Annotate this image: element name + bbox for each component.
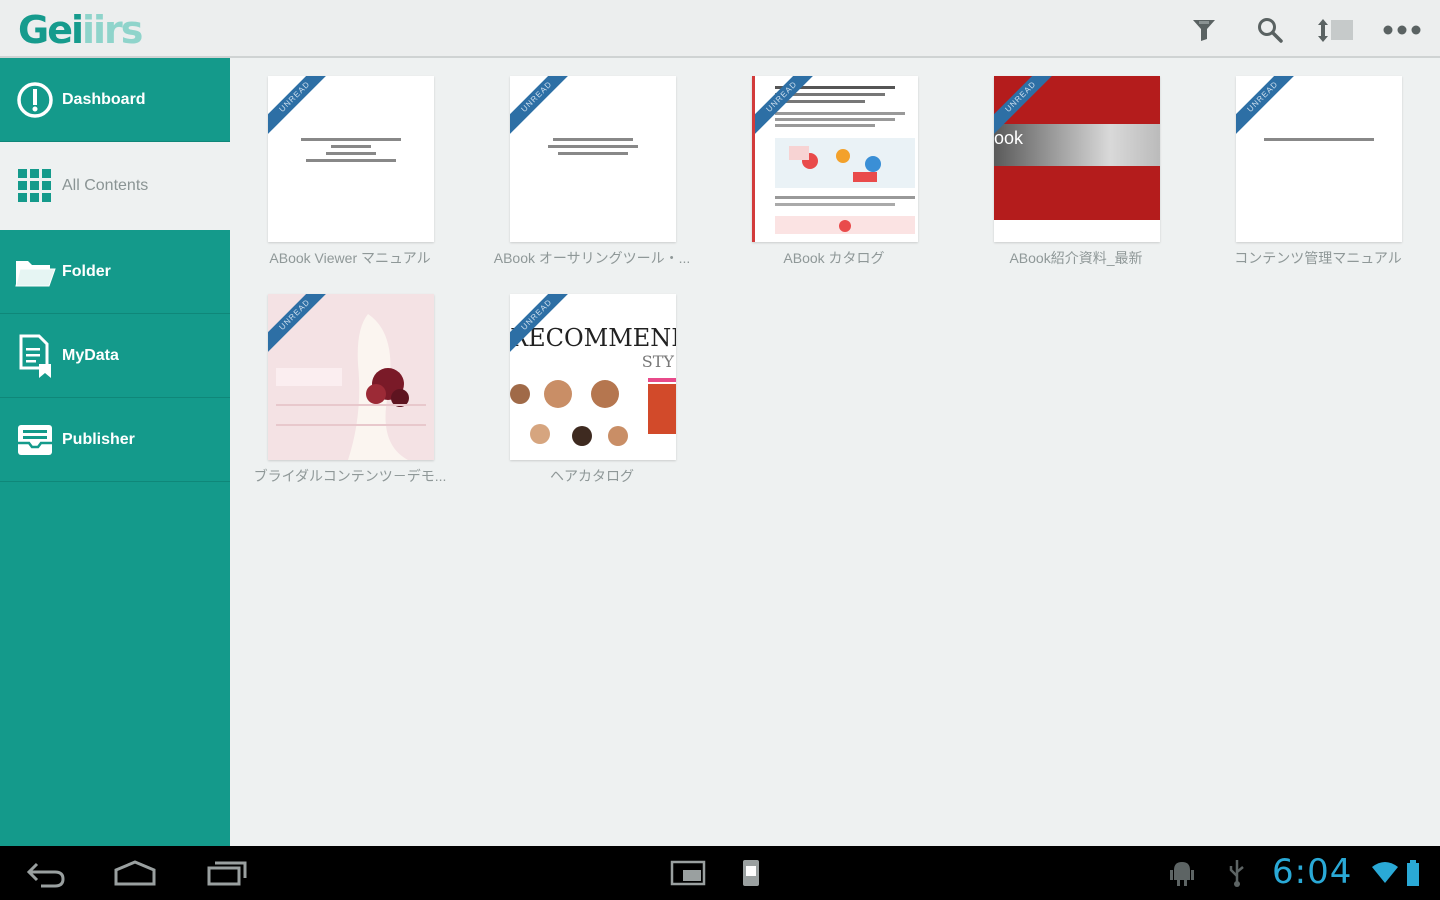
android-debug-icon [1164,854,1200,892]
content-title: ABook Viewer マニュアル [269,250,431,266]
sidebar-item-mydata[interactable]: MyData [0,314,230,398]
content-thumbnail: UNREAD [268,76,434,242]
content-thumbnail: ook UNREAD [994,76,1160,242]
logo-text-fade: iirs [82,8,143,52]
content-tile[interactable]: ook UNREAD ABook紹介資料_最新 [956,58,1176,268]
ribbon-label: UNREAD [268,76,334,140]
sidebar-item-label: Folder [62,262,111,280]
battery-icon [1402,854,1424,892]
recent-apps-icon[interactable] [200,854,252,892]
system-navigation-bar: 6:04 [0,846,1440,900]
content-thumbnail: UNREAD [1236,76,1402,242]
folder-icon [14,251,56,293]
unread-ribbon: UNREAD [268,294,334,358]
back-icon[interactable] [20,854,70,892]
unread-ribbon: UNREAD [994,76,1060,140]
sidebar-item-label: Publisher [62,430,135,448]
content-title: ABook カタログ [783,250,885,266]
sidebar-item-label: MyData [62,346,119,364]
unread-ribbon: UNREAD [1236,76,1302,140]
content-thumbnail: UNREAD [268,294,434,460]
content-title: ABook オーサリングツール・... [493,250,691,266]
unread-ribbon: UNREAD [510,76,576,140]
ribbon-label: UNREAD [510,294,576,358]
app-logo: Geiiirs [18,8,143,52]
logo-text: Gei [18,8,84,52]
content-tile[interactable]: UNREAD コンテンツ管理マニュアル [1198,58,1418,268]
sidebar: Dashboard All Contents Folder MyData Pub… [0,58,230,846]
content-tile[interactable]: UNREAD ABook Viewer マニュアル [230,58,450,268]
unread-ribbon: UNREAD [755,76,821,140]
toolbar-actions [1182,10,1424,50]
content-grid: UNREAD ABook Viewer マニュアル UNREAD ABook オ… [230,58,1440,846]
content-tile[interactable]: UNREAD ABook オーサリングツール・... [472,58,692,268]
unread-ribbon: UNREAD [510,294,576,358]
home-icon[interactable] [110,854,160,892]
content-thumbnail: UNREAD [510,76,676,242]
grid-icon [14,165,56,207]
content-tile[interactable]: UNREAD ABook カタログ [714,58,934,268]
usb-icon [1220,854,1254,892]
content-title: コンテンツ管理マニュアル [1234,250,1402,266]
sidebar-item-label: All Contents [62,177,149,194]
mydata-icon [14,334,56,378]
ribbon-label: UNREAD [1236,76,1302,140]
action-bar: Geiiirs [0,0,1440,58]
unread-ribbon: UNREAD [268,76,334,140]
sidebar-item-label: Dashboard [62,90,146,108]
content-tile[interactable]: UNREAD ブライダルコンテンツ－デモ... [230,276,450,486]
wifi-icon [1370,854,1400,892]
dashboard-icon [14,79,56,121]
sidebar-item-publisher[interactable]: Publisher [0,398,230,482]
ribbon-label: UNREAD [510,76,576,140]
content-tile[interactable]: RECOMMEND STY UNREAD ヘアカタログ [472,276,692,486]
ribbon-label: UNREAD [994,76,1060,140]
publisher-icon [14,419,56,461]
content-title: ブライダルコンテンツ－デモ... [253,468,447,484]
filter-icon[interactable] [1182,10,1226,50]
status-clock: 6:04 [1272,852,1353,892]
sidebar-item-folder[interactable]: Folder [0,230,230,314]
content-thumbnail: RECOMMEND STY UNREAD [510,294,676,460]
device-icon[interactable] [734,854,768,892]
sidebar-item-dashboard[interactable]: Dashboard [0,58,230,142]
content-title: ABook紹介資料_最新 [1009,250,1143,266]
overflow-menu-icon[interactable] [1380,10,1424,50]
ribbon-label: UNREAD [755,76,821,140]
content-title: ヘアカタログ [550,468,634,484]
banner-footer [994,220,1160,242]
content-thumbnail: UNREAD [752,76,918,242]
screenshot-icon[interactable] [666,854,710,892]
sort-icon[interactable] [1314,10,1358,50]
sidebar-item-all-contents[interactable]: All Contents [0,142,230,230]
search-icon[interactable] [1248,10,1292,50]
ribbon-label: UNREAD [268,294,334,358]
